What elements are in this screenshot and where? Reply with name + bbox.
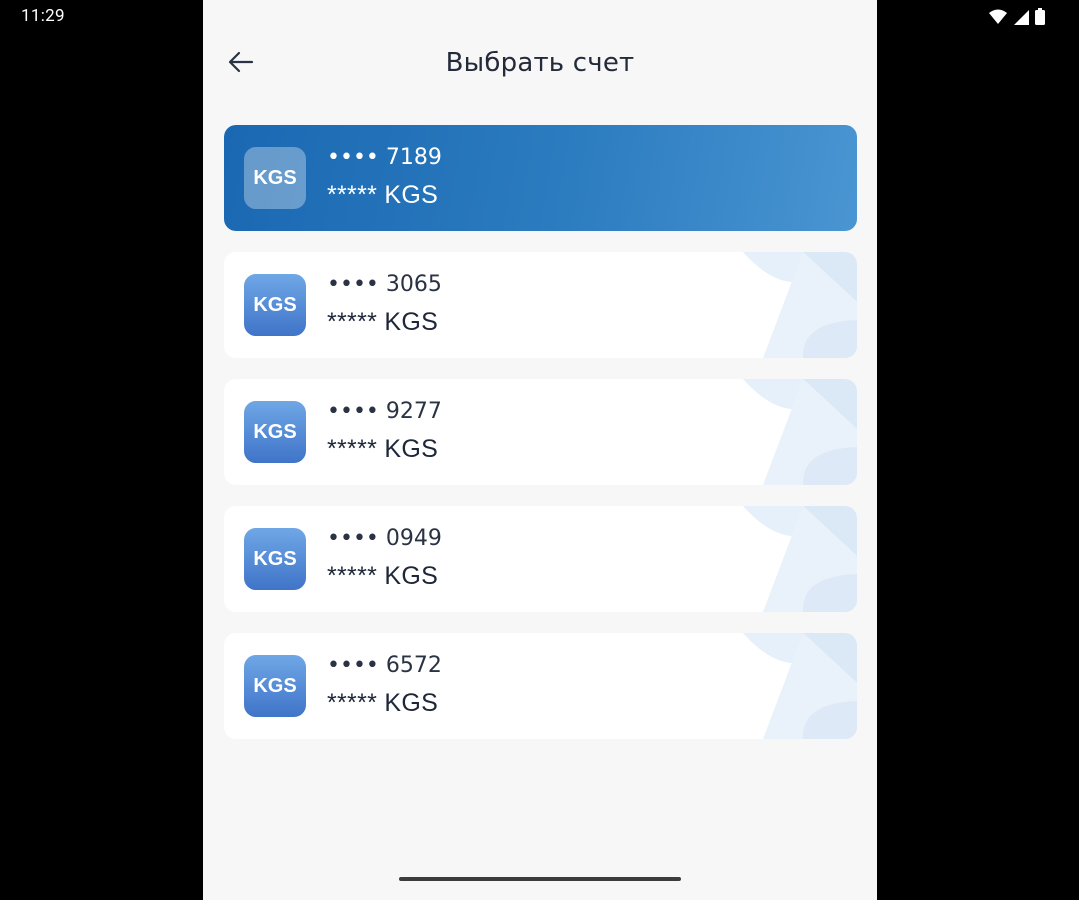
card-pattern-decoration <box>743 379 857 485</box>
account-card[interactable]: KGS •••• 6572 ***** KGS <box>224 633 857 739</box>
currency-badge: KGS <box>244 401 306 463</box>
account-card[interactable]: KGS •••• 0949 ***** KGS <box>224 506 857 612</box>
card-pattern-decoration <box>743 506 857 612</box>
currency-badge: KGS <box>244 655 306 717</box>
account-number: •••• 0949 <box>327 526 442 551</box>
top-app-bar: Выбрать счет <box>203 28 877 100</box>
account-number: •••• 9277 <box>327 399 442 424</box>
signal-icon <box>1014 9 1029 25</box>
account-balance: ***** KGS <box>327 435 439 463</box>
account-card[interactable]: KGS •••• 3065 ***** KGS <box>224 252 857 358</box>
wifi-icon <box>989 9 1007 24</box>
battery-icon <box>1035 8 1045 25</box>
currency-badge: KGS <box>244 274 306 336</box>
account-balance: ***** KGS <box>327 308 439 336</box>
account-number: •••• 6572 <box>327 653 442 678</box>
status-time: 11:29 <box>21 6 65 26</box>
card-pattern-decoration <box>743 633 857 739</box>
account-balance: ***** KGS <box>327 689 439 717</box>
account-balance: ***** KGS <box>327 181 439 209</box>
account-number: •••• 3065 <box>327 272 442 297</box>
account-list: KGS •••• 7189 ***** KGS KGS •••• 3065 **… <box>224 125 857 760</box>
account-balance: ***** KGS <box>327 562 439 590</box>
card-pattern-decoration <box>743 252 857 358</box>
account-number: •••• 7189 <box>327 145 442 170</box>
home-indicator[interactable] <box>399 877 681 881</box>
account-card[interactable]: KGS •••• 7189 ***** KGS <box>224 125 857 231</box>
app-screen: Выбрать счет KGS •••• 7189 ***** KGS KGS… <box>203 0 877 900</box>
currency-badge: KGS <box>244 147 306 209</box>
status-icons <box>989 8 1045 25</box>
account-card[interactable]: KGS •••• 9277 ***** KGS <box>224 379 857 485</box>
page-title: Выбрать счет <box>445 48 635 78</box>
currency-badge: KGS <box>244 528 306 590</box>
